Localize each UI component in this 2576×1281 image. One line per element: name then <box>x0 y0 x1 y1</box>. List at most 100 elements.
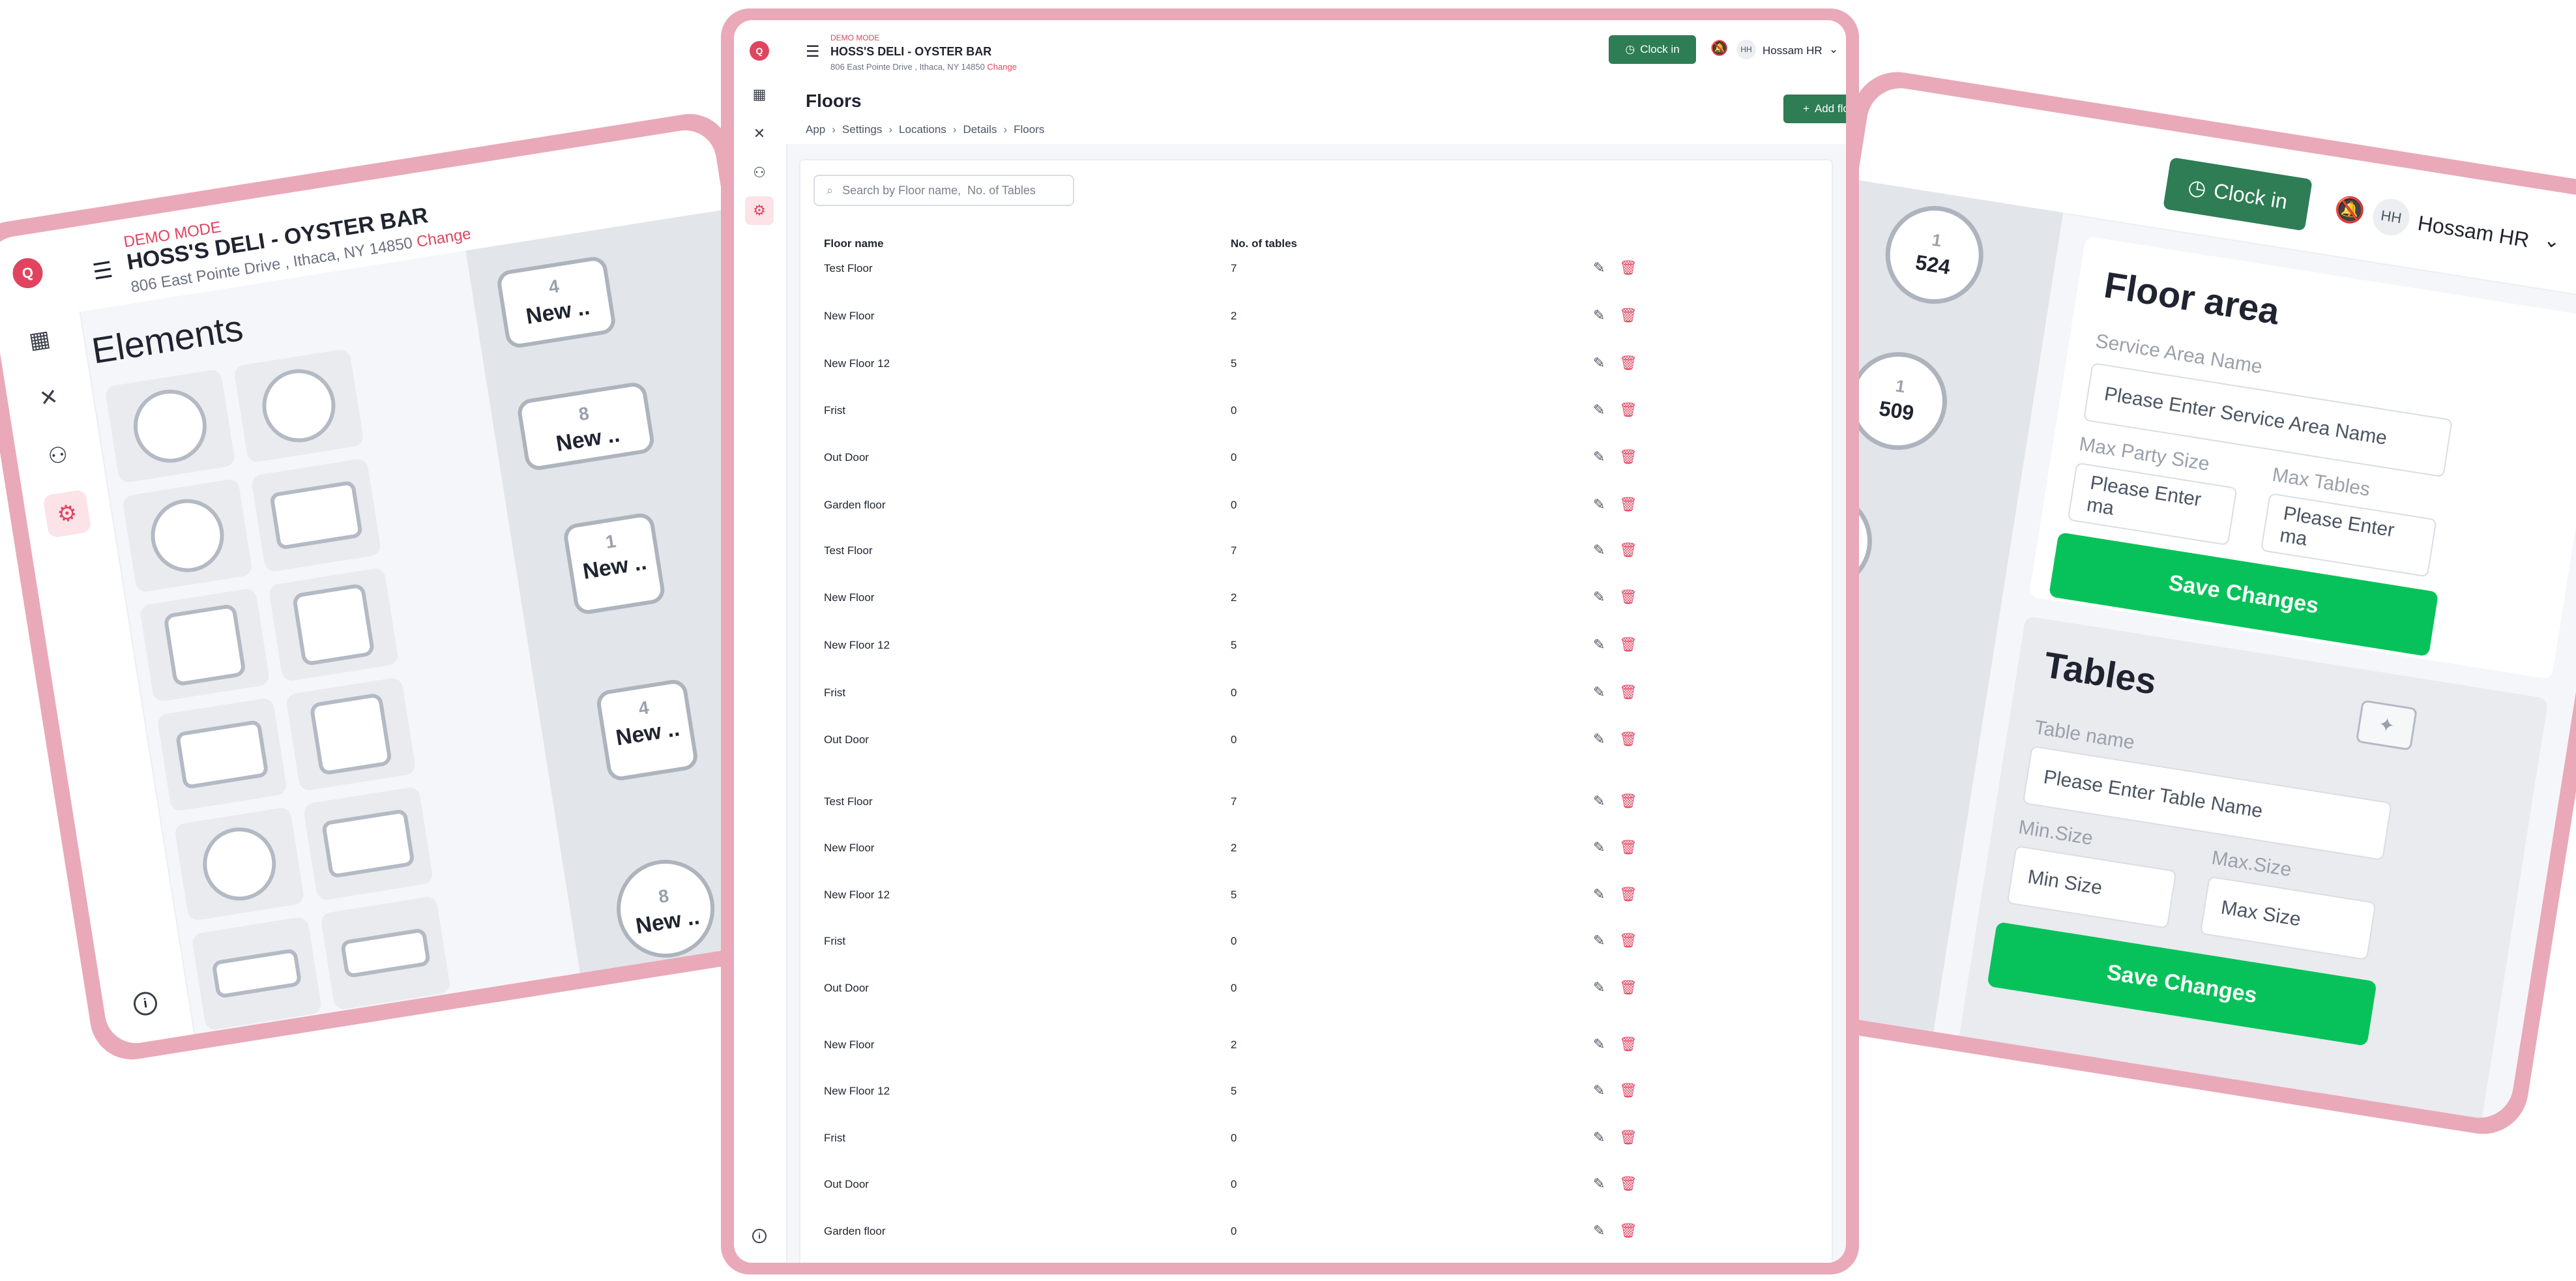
delete-icon[interactable]: 🗑 <box>1619 1222 1637 1239</box>
clock-in-button[interactable]: ◷ Clock in <box>2163 156 2313 231</box>
element-rect-6[interactable] <box>302 786 434 902</box>
search-input[interactable] <box>841 183 1059 198</box>
add-floor-button[interactable]: + Add floor <box>1783 95 1846 123</box>
edit-icon[interactable]: ✎ <box>1593 307 1605 324</box>
max-party-input[interactable]: Please Enter ma <box>2067 462 2238 546</box>
restaurant-name: HOSS'S DELI - OYSTER BAR <box>830 45 992 58</box>
edit-icon[interactable]: ✎ <box>1593 636 1605 653</box>
utensils-icon[interactable]: ✕ <box>745 119 774 148</box>
delete-icon[interactable]: 🗑 <box>1619 886 1637 903</box>
delete-icon[interactable]: 🗑 <box>1619 402 1637 419</box>
edit-icon[interactable]: ✎ <box>1593 449 1605 465</box>
edit-icon[interactable]: ✎ <box>1593 1036 1605 1053</box>
min-size-input[interactable]: Min Size <box>2006 845 2177 929</box>
delete-icon[interactable]: 🗑 <box>1619 259 1637 276</box>
settings-icon[interactable]: ⚙ <box>42 489 92 538</box>
canvas-table[interactable]: 1 New .. <box>562 511 667 616</box>
user-name[interactable]: Hossam HR <box>1763 44 1822 57</box>
element-square-2[interactable] <box>268 567 400 683</box>
edit-icon[interactable]: ✎ <box>1593 542 1605 559</box>
element-long-6[interactable] <box>191 916 323 1031</box>
canvas-table[interactable]: 8 New .. <box>609 853 722 965</box>
element-round-1[interactable] <box>233 348 365 464</box>
avatar[interactable]: HH <box>1736 40 1756 59</box>
element-square-1[interactable] <box>139 587 271 703</box>
edit-icon[interactable]: ✎ <box>1593 496 1605 513</box>
canvas-table[interactable]: 4 New .. <box>594 677 699 783</box>
delete-icon[interactable]: 🗑 <box>1619 589 1637 606</box>
element-rect-2[interactable] <box>250 458 382 573</box>
element-round-small[interactable] <box>121 478 254 593</box>
delete-icon[interactable]: 🗑 <box>1619 355 1637 372</box>
utensils-icon[interactable]: ✕ <box>24 374 74 423</box>
chevron-down-icon[interactable]: ⌄ <box>2542 228 2562 254</box>
chevron-down-icon[interactable]: ⌄ <box>1829 43 1838 56</box>
edit-icon[interactable]: ✎ <box>1593 1129 1605 1146</box>
edit-icon[interactable]: ✎ <box>1593 886 1605 903</box>
settings-icon[interactable]: ⚙ <box>745 196 774 225</box>
change-location-link[interactable]: Change <box>987 62 1017 72</box>
edit-icon[interactable]: ✎ <box>1593 589 1605 606</box>
delete-icon[interactable]: 🗑 <box>1619 839 1637 856</box>
breadcrumb-locations[interactable]: Locations <box>899 123 946 136</box>
delete-icon[interactable]: 🗑 <box>1619 1129 1637 1146</box>
breadcrumb-details[interactable]: Details <box>963 123 997 136</box>
canvas-table[interactable]: 4 New .. <box>495 255 617 350</box>
canvas-table[interactable]: 8 New .. <box>516 380 656 472</box>
bell-off-icon[interactable]: 🔕 <box>2332 194 2367 227</box>
edit-icon[interactable]: ✎ <box>1593 1222 1605 1239</box>
search-box[interactable]: ⌕ <box>813 175 1074 206</box>
info-icon[interactable]: i <box>752 1229 767 1243</box>
delete-icon[interactable]: 🗑 <box>1619 1082 1637 1099</box>
breadcrumb-settings[interactable]: Settings <box>842 123 882 136</box>
delete-icon[interactable]: 🗑 <box>1619 636 1637 653</box>
floor-name-cell: Frist <box>824 935 846 947</box>
user-name[interactable]: Hossam HR <box>2416 211 2531 253</box>
edit-icon[interactable]: ✎ <box>1593 793 1605 810</box>
delete-icon[interactable]: 🗑 <box>1619 979 1637 996</box>
delete-icon[interactable]: 🗑 <box>1619 1175 1637 1192</box>
edit-icon[interactable]: ✎ <box>1593 402 1605 419</box>
element-square-4[interactable] <box>285 676 417 792</box>
max-tables-input[interactable]: Please Enter ma <box>2260 492 2437 578</box>
breadcrumb-app[interactable]: App <box>806 123 825 136</box>
delete-icon[interactable]: 🗑 <box>1619 932 1637 949</box>
edit-icon[interactable]: ✎ <box>1593 259 1605 276</box>
canvas-table[interactable]: 1 524 <box>1878 199 1991 311</box>
element-round-4[interactable] <box>173 806 305 922</box>
edit-icon[interactable]: ✎ <box>1593 979 1605 996</box>
element-round-10[interactable] <box>337 1005 469 1048</box>
dashboard-icon[interactable]: ▦ <box>15 316 65 365</box>
table-row: Out Door 0 ✎ 🗑 <box>800 434 1832 481</box>
element-round-2[interactable] <box>104 368 236 484</box>
hierarchy-icon[interactable]: ⚇ <box>745 158 774 187</box>
delete-icon[interactable]: 🗑 <box>1619 307 1637 324</box>
delete-icon[interactable]: 🗑 <box>1619 542 1637 559</box>
hierarchy-icon[interactable]: ⚇ <box>33 431 83 480</box>
avatar[interactable]: HH <box>2370 196 2412 238</box>
delete-icon[interactable]: 🗑 <box>1619 496 1637 513</box>
clock-in-button[interactable]: ◷ Clock in <box>1609 35 1696 64</box>
edit-icon[interactable]: ✎ <box>1593 1175 1605 1192</box>
max-size-input[interactable]: Max Size <box>2199 876 2377 961</box>
delete-icon[interactable]: 🗑 <box>1619 731 1637 748</box>
edit-icon[interactable]: ✎ <box>1593 355 1605 372</box>
delete-icon[interactable]: 🗑 <box>1619 1036 1637 1053</box>
element-round-8[interactable] <box>208 1025 340 1048</box>
menu-icon[interactable]: ☰ <box>806 42 820 61</box>
menu-icon[interactable]: ☰ <box>91 256 117 286</box>
delete-icon[interactable]: 🗑 <box>1619 449 1637 465</box>
delete-icon[interactable]: 🗑 <box>1619 684 1637 701</box>
delete-icon[interactable]: 🗑 <box>1619 793 1637 810</box>
element-long-8[interactable] <box>319 895 452 1011</box>
info-icon[interactable]: i <box>132 990 159 1018</box>
edit-icon[interactable]: ✎ <box>1593 731 1605 748</box>
bell-off-icon[interactable]: 🔕 <box>1710 40 1728 57</box>
edit-icon[interactable]: ✎ <box>1593 932 1605 949</box>
element-rect-4[interactable] <box>156 697 288 812</box>
edit-icon[interactable]: ✎ <box>1593 684 1605 701</box>
edit-icon[interactable]: ✎ <box>1593 1082 1605 1099</box>
move-icon[interactable]: ✦ <box>2355 699 2418 751</box>
edit-icon[interactable]: ✎ <box>1593 839 1605 856</box>
dashboard-icon[interactable]: ▦ <box>745 80 774 109</box>
